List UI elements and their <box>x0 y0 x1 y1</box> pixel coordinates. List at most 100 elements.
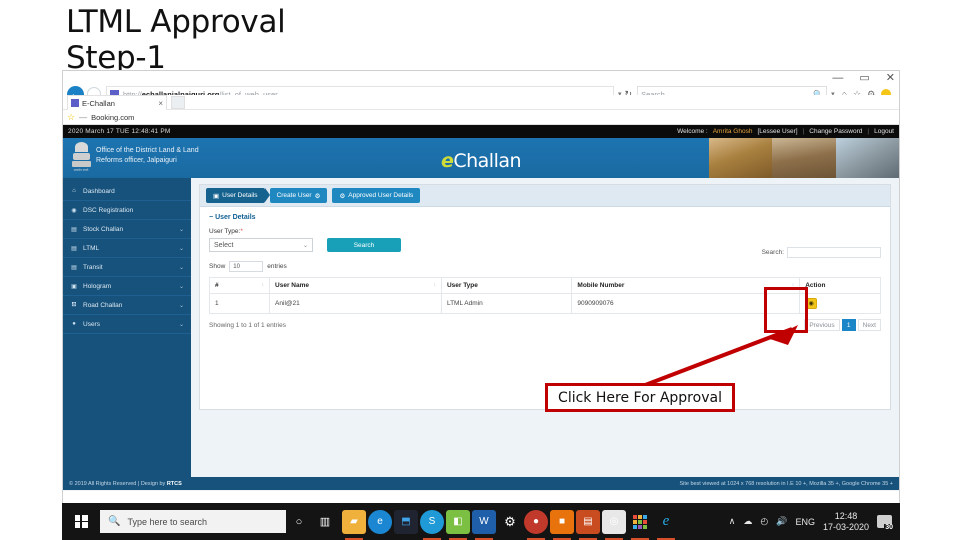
close-button[interactable]: ✕ <box>886 72 895 84</box>
taskbar-search-placeholder: Type here to search <box>127 516 207 527</box>
logout-link[interactable]: Logout <box>874 128 894 135</box>
vscode-icon[interactable]: ⬒ <box>394 509 418 534</box>
browser-tab-echallan[interactable]: E-Challan × <box>67 95 167 110</box>
cortana-button[interactable]: ○ <box>286 503 312 540</box>
user-type-select[interactable]: Select ⌄ <box>209 238 313 252</box>
minimize-button[interactable]: — <box>832 72 843 84</box>
showing-entries-text: Showing 1 to 1 of 1 entries <box>209 321 286 329</box>
windows-taskbar: 🔍 Type here to search ○ ▥ ▰ e ⬒ S ◧ W ⚙ … <box>62 503 900 540</box>
volume-icon[interactable]: 🔊 <box>776 516 787 527</box>
tab-create-user[interactable]: Create User ⚙ <box>269 188 328 203</box>
emblem-motto: सत्यमेव जयते <box>73 168 89 172</box>
network-icon[interactable]: ◴ <box>760 516 768 527</box>
site-header: सत्यमेव जयते Office of the District Land… <box>63 138 899 178</box>
sidebar-item-hologram[interactable]: ▣ Hologram ⌄ <box>63 277 191 296</box>
section-legend-label: User Details <box>215 214 256 221</box>
table-search-label: Search: <box>761 249 784 256</box>
column-header-index[interactable]: # ↕ <box>208 277 271 294</box>
sidebar-item-road-challan[interactable]: ⛾ Road Challan ⌄ <box>63 296 191 315</box>
logged-in-user: Amrita Ghosh <box>712 128 753 135</box>
tab-approved-user-details[interactable]: ⚙ Approved User Details <box>332 188 421 203</box>
entries-per-page-select[interactable]: 10 <box>229 261 264 272</box>
tray-chevron-icon[interactable]: ∧ <box>729 516 736 527</box>
cell-user-name: Anil@21 <box>269 293 442 314</box>
pagination-previous[interactable]: Previous <box>804 319 840 331</box>
user-type-label: User Type:* <box>209 228 243 235</box>
cell-user-type: LTML Admin <box>440 293 573 314</box>
sidebar-item-ltml[interactable]: ▤ LTML ⌄ <box>63 239 191 258</box>
taskbar-apps: ▰ e ⬒ S ◧ W ⚙ ● ■ ▤ ◎ e <box>342 509 678 540</box>
clock-date: 17-03-2020 <box>822 521 869 532</box>
language-indicator[interactable]: ENG <box>795 517 815 527</box>
sidebar-item-transit[interactable]: ▤ Transit ⌄ <box>63 258 191 277</box>
section-legend: − User Details <box>209 214 881 221</box>
excel-icon[interactable]: ◧ <box>446 509 470 540</box>
web-page: 2020 March 17 TUE 12:48:41 PM Welcome : … <box>63 125 899 491</box>
show-label: Show <box>209 263 226 270</box>
bookmark-booking[interactable]: Booking.com <box>91 113 134 122</box>
sidebar-item-label: DSC Registration <box>83 206 134 214</box>
tab-favicon-icon <box>71 99 79 107</box>
sidebar-item-label: Road Challan <box>83 301 123 309</box>
start-button[interactable] <box>62 503 100 540</box>
dsc-icon: ◉ <box>71 207 77 214</box>
window-controls[interactable]: — ▭ ✕ <box>832 72 895 84</box>
chevron-down-icon: ⌄ <box>178 264 184 271</box>
entries-label: entries <box>267 263 287 270</box>
taskbar-clock[interactable]: 12:48 17-03-2020 <box>823 511 869 533</box>
pdf-reader-icon[interactable]: ● <box>524 509 548 540</box>
favorites-star-icon[interactable]: ☆ <box>67 112 75 123</box>
slide-root: LTML Approval Step-1 — ▭ ✕ ← → http://ec… <box>0 0 960 540</box>
tab-user-details[interactable]: ▣ User Details <box>206 188 270 203</box>
chevron-down-icon: ⌄ <box>302 242 308 249</box>
sidebar-item-dashboard[interactable]: ⌂ Dashboard <box>63 182 191 201</box>
tab-label: User Details <box>222 192 258 199</box>
users-icon: ● <box>72 321 76 327</box>
site-logo: eChallan <box>440 150 522 172</box>
sidebar-item-stock-challan[interactable]: ▤ Stock Challan ⌄ <box>63 220 191 239</box>
column-header-user-name[interactable]: User Name ↕ <box>269 277 442 294</box>
onedrive-icon[interactable]: ☁ <box>743 516 752 527</box>
sidebar: ⌂ Dashboard ◉ DSC Registration ▤ Stock C… <box>63 178 191 477</box>
file-explorer-icon[interactable]: ▰ <box>342 509 366 540</box>
tab-label: Approved User Details <box>348 192 414 199</box>
apps-grid-icon[interactable] <box>628 510 652 540</box>
search-button[interactable]: Search <box>327 238 401 252</box>
system-tray: ∧ ☁ ◴ 🔊 ENG 12:48 17-03-2020 30 <box>729 511 900 533</box>
sidebar-item-users[interactable]: ● Users ⌄ <box>63 315 191 334</box>
column-header-mobile-number[interactable]: Mobile Number ↕ <box>571 277 801 294</box>
approve-view-button[interactable]: ◉ <box>805 298 818 309</box>
table-search-input[interactable] <box>787 247 881 258</box>
sidebar-item-label: Dashboard <box>83 187 115 195</box>
pagination-next[interactable]: Next <box>857 319 881 331</box>
table-row: 1 Anil@21 LTML Admin 9090909076 ◉ <box>208 293 881 314</box>
tab-strip: E-Challan × <box>63 95 899 110</box>
copyright-text: © 2019 All Rights Reserved | Design by R… <box>69 480 182 487</box>
card-tab-bar: ▣ User Details Create User ⚙ ⚙ Approved … <box>200 185 890 207</box>
maximize-button[interactable]: ▭ <box>859 72 869 84</box>
tab-close-icon[interactable]: × <box>158 99 163 108</box>
internet-explorer-icon[interactable]: e <box>654 510 678 540</box>
pagination-page-1[interactable]: 1 <box>841 319 856 331</box>
column-header-user-type[interactable]: User Type <box>440 277 573 294</box>
new-tab-button[interactable] <box>171 96 185 109</box>
skype-icon[interactable]: S <box>420 509 444 540</box>
taskbar-search-input[interactable]: 🔍 Type here to search <box>100 510 286 533</box>
word-icon[interactable]: W <box>472 509 496 540</box>
edge-icon[interactable]: e <box>368 509 392 534</box>
sort-icon: ↕ <box>261 282 265 288</box>
presentation-icon[interactable]: ▤ <box>576 509 600 540</box>
browser-chrome: — ▭ ✕ ← → http://echallanjalpaiguri.org/… <box>63 71 899 103</box>
notification-center-icon[interactable]: 30 <box>877 515 894 531</box>
user-table: # ↕ User Name ↕ User Type Mobile Number ↕ A… <box>208 277 881 314</box>
cell-mobile-number: 9090909076 <box>571 293 801 314</box>
change-password-link[interactable]: Change Password <box>809 128 862 135</box>
user-type-value: Select <box>214 241 234 249</box>
sidebar-item-dsc-registration[interactable]: ◉ DSC Registration <box>63 201 191 220</box>
powerpoint-icon[interactable]: ■ <box>550 509 574 540</box>
collapse-icon[interactable]: − <box>209 214 213 221</box>
task-view-button[interactable]: ▥ <box>312 503 338 540</box>
settings-icon[interactable]: ⚙ <box>498 510 522 534</box>
sidebar-item-label: Transit <box>83 263 103 271</box>
chrome-icon[interactable]: ◎ <box>602 509 626 540</box>
